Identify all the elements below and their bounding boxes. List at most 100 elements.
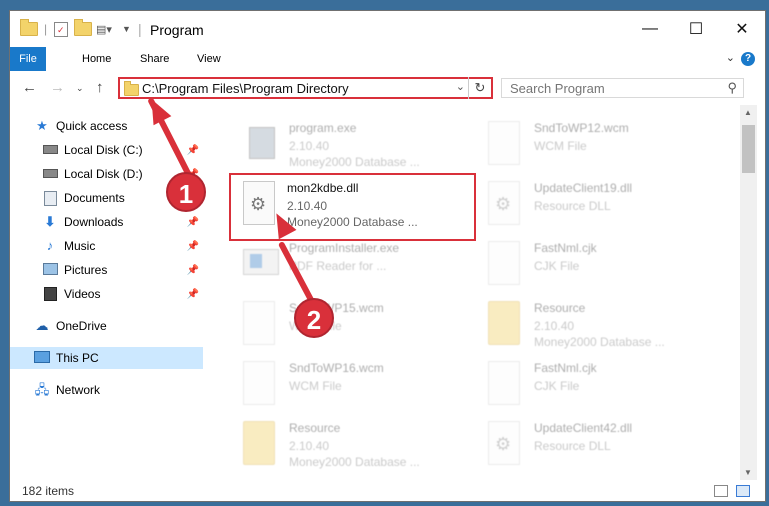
navigation-pane: ★ Quick access Local Disk (C:) 📌 Local D…: [10, 105, 203, 480]
qat-dropdown-icon[interactable]: ▼: [122, 20, 131, 38]
folder-icon: [124, 81, 139, 96]
file-item[interactable]: ProgramInstaller.exe PDF Reader for ...: [233, 237, 463, 293]
sidebar-item-label: Local Disk (C:): [64, 143, 143, 157]
separator: |: [44, 22, 48, 36]
sidebar-item-this-pc[interactable]: This PC: [10, 347, 203, 369]
file-item[interactable]: program.exe 2.10.40 Money2000 Database .…: [233, 117, 463, 173]
sidebar-item-label: OneDrive: [56, 319, 107, 333]
up-arrow-icon[interactable]: ↑: [96, 79, 104, 96]
file-detail: CJK File: [534, 259, 580, 273]
document-icon: [243, 301, 275, 345]
pin-icon[interactable]: 📌: [187, 289, 199, 300]
sidebar-item-label: Documents: [64, 191, 125, 205]
file-highlight-box: [229, 173, 476, 241]
drive-icon: [42, 167, 58, 181]
search-box[interactable]: ⚲: [501, 78, 744, 98]
file-name: FastNml.cjk: [534, 361, 597, 375]
new-folder-icon[interactable]: [74, 19, 92, 38]
pin-icon[interactable]: 📌: [187, 241, 199, 252]
window-title: Program: [150, 22, 204, 38]
sidebar-item-music[interactable]: ♪ Music 📌: [10, 235, 203, 257]
tab-home[interactable]: Home: [70, 47, 123, 71]
tab-view[interactable]: View: [185, 47, 233, 71]
file-item[interactable]: Resource 2.10.40 Money2000 Database ...: [233, 417, 463, 473]
chevron-down-icon[interactable]: ⌄: [726, 51, 735, 64]
customize-toolbar-icon[interactable]: ▤▾: [96, 20, 112, 38]
sidebar-item-onedrive[interactable]: ☁ OneDrive: [10, 315, 203, 337]
file-item[interactable]: FastNml.cjk CJK File: [478, 237, 708, 293]
file-name: program.exe: [289, 121, 357, 135]
tab-file[interactable]: File: [10, 47, 46, 71]
search-input[interactable]: [510, 81, 710, 96]
step-badge-2: 2: [294, 298, 334, 338]
file-detail: WCM File: [289, 379, 342, 393]
file-item[interactable]: Resource 2.10.40 Money2000 Database ...: [478, 297, 708, 353]
vertical-scrollbar[interactable]: ▲ ▼: [740, 105, 757, 480]
close-button[interactable]: ✕: [719, 11, 765, 47]
address-bar[interactable]: C:\Program Files\Program Directory ⌄ ↻: [118, 77, 493, 99]
drive-icon: [42, 143, 58, 157]
dll-gear-icon: ⚙: [488, 181, 520, 225]
sidebar-item-pictures[interactable]: Pictures 📌: [10, 259, 203, 281]
step-badge-1: 1: [166, 172, 206, 212]
file-detail: WCM File: [534, 139, 587, 153]
file-item[interactable]: FastNml.cjk CJK File: [478, 357, 708, 413]
pin-icon[interactable]: 📌: [187, 145, 199, 156]
minimize-button[interactable]: —: [627, 11, 673, 47]
help-icon[interactable]: ?: [741, 52, 755, 66]
file-detail: CJK File: [534, 379, 580, 393]
scroll-thumb[interactable]: [742, 125, 755, 173]
pin-icon[interactable]: 📌: [187, 265, 199, 276]
file-item[interactable]: SndToWP12.wcm WCM File: [478, 117, 708, 173]
file-name: UpdateClient42.dll: [534, 421, 633, 435]
sidebar-item-label: This PC: [56, 351, 99, 365]
navigation-bar: ← → ⌄ ↑ C:\Program Files\Program Directo…: [10, 71, 765, 105]
file-item[interactable]: SndToWP15.wcm WCM File: [233, 297, 463, 353]
explorer-window: | ✓ ▤▾ ▼ | Program — ☐ ✕ File Home Share…: [9, 10, 766, 502]
file-name: FastNml.cjk: [534, 241, 597, 255]
chevron-down-icon[interactable]: ⌄: [456, 80, 465, 93]
separator: |: [138, 21, 142, 37]
file-item[interactable]: ⚙ UpdateClient19.dll Resource DLL: [478, 177, 708, 233]
file-name: Resource: [534, 301, 586, 315]
recent-locations-chevron-icon[interactable]: ⌄: [76, 83, 84, 94]
large-icons-view-icon[interactable]: [736, 485, 750, 497]
file-detail: 2.10.40: [289, 139, 330, 153]
details-view-icon[interactable]: [714, 485, 728, 497]
forward-arrow-icon[interactable]: →: [50, 79, 65, 96]
sidebar-item-quick-access[interactable]: ★ Quick access: [10, 115, 203, 137]
file-name: UpdateClient19.dll: [534, 181, 633, 195]
computer-icon: [34, 351, 50, 365]
file-detail: Resource DLL: [534, 199, 611, 213]
installer-icon: [243, 121, 279, 165]
pin-icon[interactable]: 📌: [187, 217, 199, 228]
file-detail: Money2000 Database ...: [289, 155, 420, 169]
document-icon: [243, 361, 275, 405]
videos-icon: [42, 287, 58, 301]
sidebar-item-network[interactable]: 🖧 Network: [10, 379, 203, 401]
status-bar: 182 items: [10, 480, 765, 501]
search-icon[interactable]: ⚲: [727, 80, 737, 96]
scroll-up-icon[interactable]: ▲: [744, 108, 752, 117]
file-name: SndToWP12.wcm: [534, 121, 629, 135]
back-arrow-icon[interactable]: ←: [22, 79, 37, 96]
sidebar-item-videos[interactable]: Videos 📌: [10, 283, 203, 305]
file-item[interactable]: SndToWP16.wcm WCM File: [233, 357, 463, 413]
file-item[interactable]: ⚙ UpdateClient42.dll Resource DLL: [478, 417, 708, 473]
properties-icon[interactable]: ✓: [54, 20, 68, 38]
document-icon: [488, 241, 520, 285]
tab-share[interactable]: Share: [128, 47, 181, 71]
file-detail: PDF Reader for ...: [289, 259, 387, 273]
address-path[interactable]: C:\Program Files\Program Directory: [142, 81, 349, 96]
folder-icon: [20, 19, 38, 38]
sidebar-item-label: Quick access: [56, 119, 128, 133]
file-detail: 2.10.40: [289, 439, 330, 453]
sidebar-item-downloads[interactable]: ⬇ Downloads 📌: [10, 211, 203, 233]
file-detail: Money2000 Database ...: [534, 335, 665, 349]
scroll-down-icon[interactable]: ▼: [744, 468, 752, 477]
sidebar-item-label: Local Disk (D:): [64, 167, 143, 181]
file-name: Resource: [289, 421, 341, 435]
file-list: program.exe 2.10.40 Money2000 Database .…: [203, 105, 740, 480]
refresh-icon[interactable]: ↻: [468, 77, 491, 99]
maximize-button[interactable]: ☐: [673, 11, 719, 47]
